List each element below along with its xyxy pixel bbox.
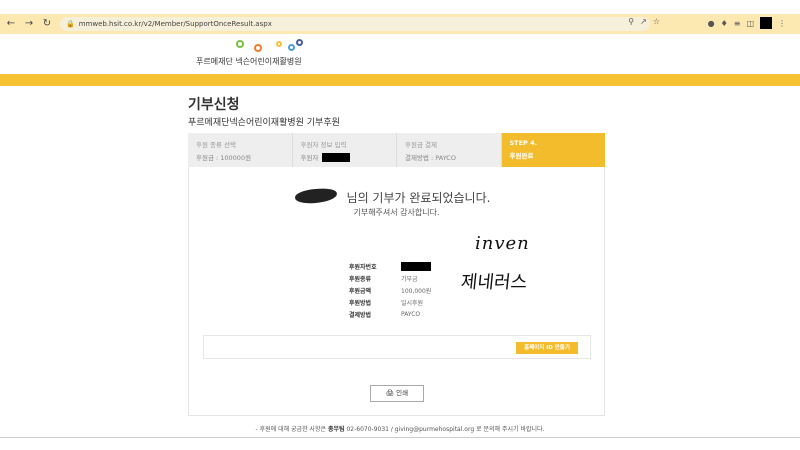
print-label: 인쇄 xyxy=(396,389,409,397)
page-title: 기부신청 xyxy=(188,97,240,113)
site-logo[interactable]: 푸르메재단 넥슨어린이재활병원 xyxy=(190,38,330,70)
step-value: 후원완료 xyxy=(509,152,534,160)
info-row: 후원자번호 xyxy=(349,260,431,272)
info-label: 후원방법 xyxy=(349,299,372,307)
step-2: 후원자 정보 입력 후원자 xyxy=(292,133,397,167)
step-title: 후원 종류 선택 xyxy=(196,141,237,149)
step-value: 결제방법 : PAYCO xyxy=(405,154,456,162)
browser-toolbar: ← → ↻ 🔒 mmweb.hsit.co.kr/v2/Member/Suppo… xyxy=(0,14,800,34)
info-row: 결제방법 PAYCO xyxy=(349,308,431,320)
url-text: mmweb.hsit.co.kr/v2/Member/SupportOnceRe… xyxy=(78,20,272,28)
footer-prefix: - 후원에 대해 궁금한 사항은 xyxy=(255,426,327,433)
share-icon[interactable]: ↗ xyxy=(640,17,647,26)
info-label: 후원자번호 xyxy=(349,263,377,271)
completion-message: 님의 기부가 완료되었습니다. xyxy=(189,189,604,206)
info-value: 일시후원 xyxy=(401,299,424,307)
extension-icons: ● ♦ ≡ ◫ ⋮ xyxy=(708,17,786,29)
logo-dot-blue-icon xyxy=(288,44,295,51)
step-4-active: STEP 4. 후원완료 xyxy=(501,133,605,167)
header-band xyxy=(0,74,800,86)
step-value: 후원자 xyxy=(300,154,319,162)
homepage-id-box: 홈페이지 ID 만들기 xyxy=(203,335,591,359)
top-strip xyxy=(0,0,800,14)
info-label: 후원종류 xyxy=(349,275,372,283)
info-value: 기부금 xyxy=(401,275,418,283)
address-bar-icons: ⚲ ↗ ☆ xyxy=(628,17,660,26)
logo-text: 푸르메재단 넥슨어린이재활병원 xyxy=(196,57,302,66)
step-value: 후원금 : 100000원 xyxy=(196,154,252,162)
footer-notice: - 후원에 대해 궁금한 사항은 총무팀 02-6070-9031 / givi… xyxy=(0,424,800,433)
info-label: 결제방법 xyxy=(349,311,372,319)
info-label: 후원금액 xyxy=(349,287,372,295)
step-value-row: 후원자 xyxy=(301,152,389,162)
thanks-message: 기부해주셔서 감사합니다. xyxy=(353,208,440,217)
handwriting-annotation-1: inven xyxy=(475,233,530,254)
footer-contact: 02-6070-9031 / giving@purmehospital.org xyxy=(346,426,475,433)
result-panel: 님의 기부가 완료되었습니다. 기부해주셔서 감사합니다. inven 제네러스… xyxy=(188,167,605,416)
forward-icon[interactable]: → xyxy=(22,17,36,31)
address-bar[interactable]: 🔒 mmweb.hsit.co.kr/v2/Member/SupportOnce… xyxy=(60,17,650,31)
logo-dot-orange-icon xyxy=(254,44,262,52)
donation-info-table: 후원자번호 후원종류 기부금 후원금액 100,000원 후원방법 일시후원 결… xyxy=(349,260,431,320)
step-progress: 후원 종류 선택 후원금 : 100000원 후원자 정보 입력 후원자 후원금… xyxy=(188,133,605,167)
page-subtitle: 푸르메재단넥슨어린이재활병원 기부후원 xyxy=(188,118,340,128)
logo-dot-navy-icon xyxy=(296,39,303,46)
puzzle-icon[interactable]: ♦ xyxy=(721,19,728,28)
handwriting-annotation-2: 제네러스 xyxy=(459,272,529,293)
reload-icon[interactable]: ↻ xyxy=(40,17,54,31)
info-value: 100,000원 xyxy=(401,287,432,295)
extension-icon[interactable]: ● xyxy=(708,19,715,28)
redacted-name xyxy=(322,152,351,162)
bottom-divider xyxy=(0,437,800,438)
logo-dot-green-icon xyxy=(236,40,244,48)
info-row: 후원종류 기부금 xyxy=(349,272,431,284)
queue-icon[interactable]: ≡ xyxy=(734,19,741,28)
printer-icon: 🖨 xyxy=(385,389,397,397)
info-row: 후원금액 100,000원 xyxy=(349,284,431,296)
step-1: 후원 종류 선택 후원금 : 100000원 xyxy=(188,133,293,167)
info-row: 후원방법 일시후원 xyxy=(349,296,431,308)
step-title: 후원금 결제 xyxy=(405,141,437,149)
step-title: STEP 4. xyxy=(509,139,538,147)
menu-icon[interactable]: ⋮ xyxy=(778,19,786,28)
create-homepage-id-button[interactable]: 홈페이지 ID 만들기 xyxy=(516,342,578,354)
lock-icon: 🔒 xyxy=(66,20,75,28)
footer-team: 총무팀 xyxy=(327,426,345,433)
back-icon[interactable]: ← xyxy=(4,17,18,31)
footer-suffix: 로 문의해 주시기 바랍니다. xyxy=(476,426,545,433)
key-icon[interactable]: ⚲ xyxy=(628,17,634,26)
print-button[interactable]: 🖨 인쇄 xyxy=(370,385,424,402)
sidebar-icon[interactable]: ◫ xyxy=(746,19,754,28)
profile-avatar[interactable] xyxy=(760,17,772,29)
redacted-donor-number xyxy=(401,261,431,271)
step-3: 후원금 결제 결제방법 : PAYCO xyxy=(397,133,502,167)
info-value: PAYCO xyxy=(401,310,421,318)
completion-text: 님의 기부가 완료되었습니다. xyxy=(346,191,491,205)
step-title: 후원자 정보 입력 xyxy=(300,141,347,149)
star-icon[interactable]: ☆ xyxy=(653,17,660,26)
logo-dot-yellow-icon xyxy=(276,41,282,47)
